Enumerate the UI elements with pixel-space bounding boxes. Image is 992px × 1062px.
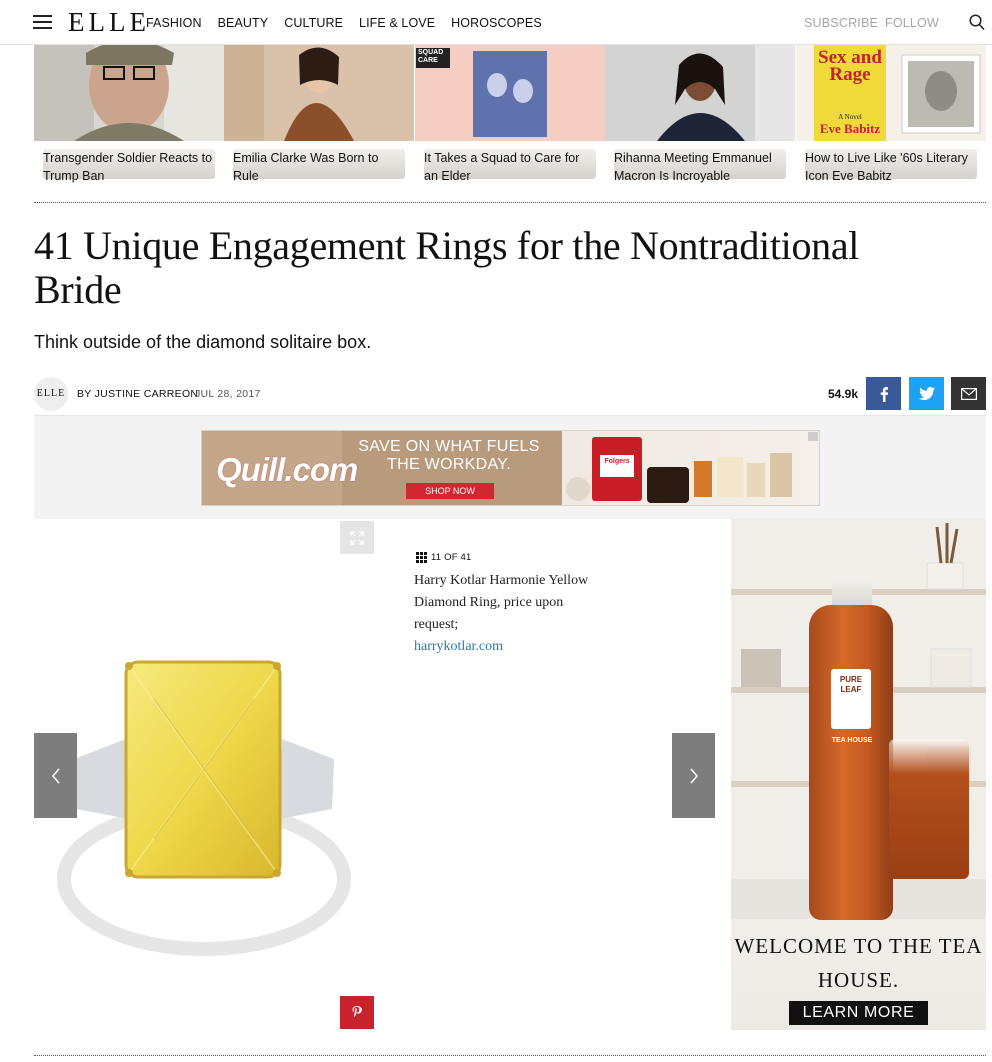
related-card[interactable]: Transgender Soldier Reacts to Trump Ban	[34, 45, 224, 195]
related-card[interactable]: SQUAD CARE It Takes a Squad to Care for …	[415, 45, 605, 195]
iced-tea-glass	[889, 739, 969, 879]
brand-name: PURE LEAF	[839, 675, 863, 694]
nav-beauty[interactable]: BEAUTY	[218, 16, 269, 30]
squad-care-badge: SQUAD CARE	[418, 49, 443, 65]
related-stories: Transgender Soldier Reacts to Trump Ban …	[34, 45, 986, 203]
pinterest-pin-button[interactable]	[340, 996, 374, 1029]
learn-more-button[interactable]: LEARN MORE	[789, 1001, 928, 1025]
author-avatar[interactable]: ELLE	[34, 377, 68, 411]
related-title[interactable]: It Takes a Squad to Care for an Elder	[424, 149, 596, 183]
badge-line: CARE	[418, 57, 438, 64]
bottle-label: PURE LEAF	[831, 669, 871, 729]
twitter-icon	[918, 387, 935, 400]
slide-description: Harry Kotlar Harmonie Yellow Diamond Rin…	[414, 570, 604, 658]
quill-logo: Quill.com	[216, 451, 358, 488]
related-image[interactable]: SQUAD CARE	[415, 45, 605, 141]
chevron-left-icon	[51, 768, 60, 783]
nav-culture[interactable]: CULTURE	[284, 16, 343, 30]
book-cover-title: Sex and Rage	[818, 47, 882, 85]
subscribe-link[interactable]: SUBSCRIBE	[804, 16, 878, 30]
search-icon[interactable]	[969, 14, 985, 31]
share-count: 54.9k	[828, 387, 859, 401]
chevron-right-icon	[689, 768, 698, 783]
related-image[interactable]	[224, 45, 414, 141]
facebook-share-button[interactable]	[866, 377, 901, 410]
related-title[interactable]: Emilia Clarke Was Born to Rule	[233, 149, 405, 183]
teahouse-label: TEA HOUSE	[831, 737, 873, 744]
follow-link[interactable]: FOLLOW	[885, 16, 939, 30]
quill-banner-ad[interactable]: Quill.com SAVE ON WHAT FUELS THE WORKDAY…	[201, 430, 820, 506]
slideshow-image[interactable]	[34, 519, 715, 1031]
slide-counter-text: 11 OF 41	[431, 552, 472, 563]
elle-logo[interactable]: ELLE	[68, 7, 150, 38]
shop-now-button[interactable]: SHOP NOW	[406, 483, 494, 499]
side-ad-headline: WELCOME TO THE TEA HOUSE.	[734, 934, 983, 992]
related-title[interactable]: How to Live Like '60s Literary Icon Eve …	[805, 149, 977, 183]
folgers-label: Folgers	[604, 458, 630, 465]
author-byline[interactable]: BY JUSTINE CARREON	[77, 388, 198, 400]
pure-leaf-side-ad[interactable]: PURE LEAF TEA HOUSE WELCOME TO THE TEA H…	[731, 519, 986, 1030]
publish-date: JUL 28, 2017	[195, 388, 261, 400]
slide-caption: Harry Kotlar Harmonie Yellow Diamond Rin…	[414, 573, 589, 632]
nav-horoscopes[interactable]: HOROSCOPES	[451, 16, 542, 30]
divider	[34, 1055, 986, 1056]
related-title[interactable]: Transgender Soldier Reacts to Trump Ban	[43, 149, 215, 183]
fullscreen-button[interactable]	[340, 521, 374, 554]
related-image[interactable]: Sex and Rage A Novel Eve Babitz	[796, 45, 986, 141]
book-cover-subtitle: A Novel	[838, 113, 862, 121]
banner-ad-container: Quill.com SAVE ON WHAT FUELS THE WORKDAY…	[34, 415, 986, 519]
yellow-diamond-ring-image	[57, 660, 351, 956]
previous-slide-button[interactable]	[34, 733, 77, 818]
related-card[interactable]: Sex and Rage A Novel Eve Babitz How to L…	[796, 45, 986, 195]
main-nav: FASHION BEAUTY CULTURE LIFE & LOVE HOROS…	[146, 16, 542, 30]
related-card[interactable]: Rihanna Meeting Emmanuel Macron Is Incro…	[605, 45, 795, 195]
pinterest-icon	[352, 1005, 362, 1017]
byline: ELLE BY JUSTINE CARREON JUL 28, 2017 54.…	[34, 377, 986, 411]
related-title[interactable]: Rihanna Meeting Emmanuel Macron Is Incro…	[614, 149, 786, 183]
grid-icon[interactable]	[416, 552, 428, 563]
menu-icon[interactable]	[33, 15, 52, 30]
related-image[interactable]	[605, 45, 795, 141]
nav-fashion[interactable]: FASHION	[146, 16, 202, 30]
envelope-icon	[960, 387, 977, 400]
article-dek: Think outside of the diamond solitaire b…	[34, 332, 372, 352]
badge-line: SQUAD	[418, 49, 444, 56]
email-share-button[interactable]	[951, 377, 986, 410]
slide-counter: 11 OF 41	[416, 552, 472, 563]
tea-bottle	[809, 605, 893, 920]
facebook-icon	[880, 386, 888, 402]
ad-headline: SAVE ON WHAT FUELS THE WORKDAY.	[358, 438, 540, 473]
next-slide-button[interactable]	[672, 733, 715, 818]
expand-icon	[350, 530, 364, 545]
retailer-link[interactable]: harrykotlar.com	[414, 639, 503, 654]
adchoices-icon[interactable]	[808, 432, 818, 441]
related-image[interactable]	[34, 45, 224, 141]
nav-life-love[interactable]: LIFE & LOVE	[359, 16, 435, 30]
top-navigation: ELLE FASHION BEAUTY CULTURE LIFE & LOVE …	[0, 0, 992, 45]
related-card[interactable]: Emilia Clarke Was Born to Rule	[224, 45, 414, 195]
twitter-share-button[interactable]	[909, 377, 944, 410]
book-cover-author: Eve Babitz	[819, 121, 881, 136]
article-title: 41 Unique Engagement Rings for the Nontr…	[34, 223, 860, 312]
